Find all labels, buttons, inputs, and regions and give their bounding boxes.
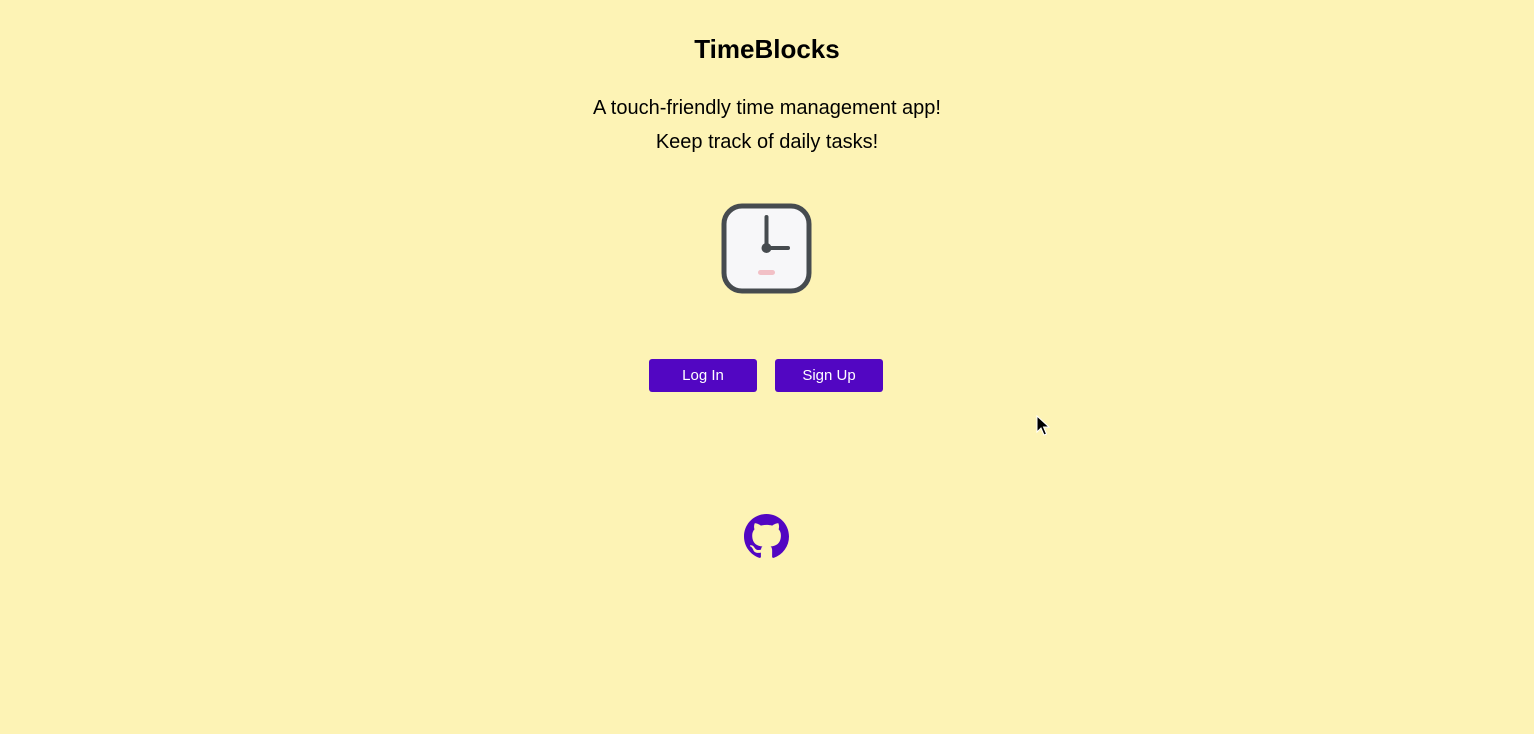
app-title: TimeBlocks: [694, 34, 840, 64]
login-button[interactable]: Log In: [649, 359, 757, 392]
landing-page: TimeBlocks A touch-friendly time managem…: [0, 0, 1534, 734]
tagline-line-1: A touch-friendly time management app!: [593, 97, 941, 119]
auth-buttons: Log In Sign Up: [649, 359, 885, 392]
mouse-cursor-icon: [1036, 414, 1051, 437]
github-icon[interactable]: [744, 514, 789, 559]
tagline-line-2: Keep track of daily tasks!: [655, 131, 879, 153]
clock-icon: [721, 203, 812, 294]
signup-button[interactable]: Sign Up: [775, 359, 883, 392]
